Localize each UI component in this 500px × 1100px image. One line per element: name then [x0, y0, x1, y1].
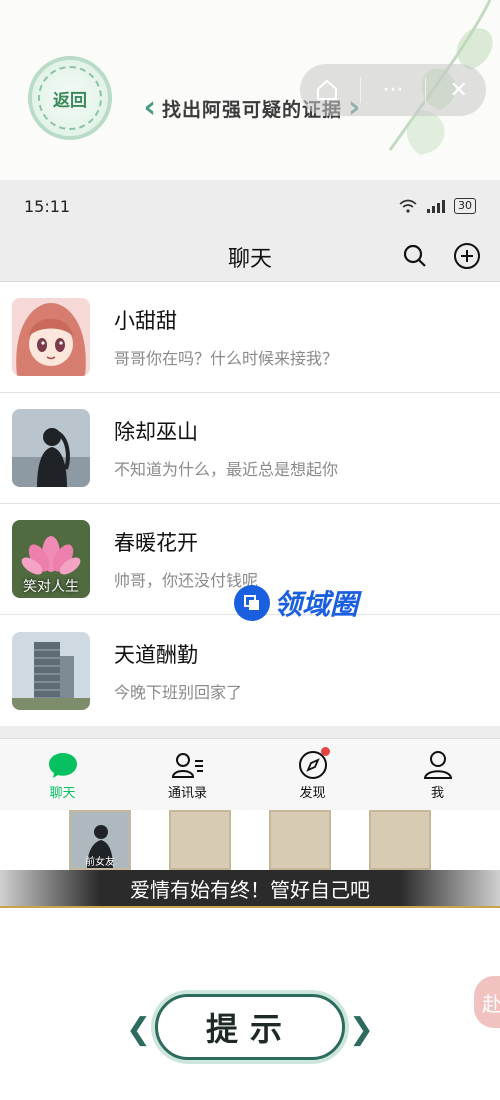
- tab-chats[interactable]: 聊天: [0, 739, 125, 810]
- contacts-icon: [171, 753, 203, 778]
- header-title: 聊天: [227, 246, 272, 272]
- anime-girl-avatar: [12, 298, 90, 376]
- watermark: 领域圈: [234, 583, 358, 623]
- search-icon: [403, 244, 426, 267]
- chat-text: 除却巫山 不知道为什么，最近总是想起你: [114, 416, 338, 480]
- status-time: 15:11: [24, 196, 71, 216]
- tab-label: 通讯录: [167, 786, 207, 801]
- chat-text: 小甜甜 哥哥你在吗？什么时候来接我？: [114, 305, 338, 369]
- back-button[interactable]: 返回: [28, 56, 112, 140]
- more-button[interactable]: ···: [371, 68, 415, 112]
- game-top-bar: 返回 ‹ 找出阿强可疑的证据 › ··· ✕: [0, 0, 500, 180]
- tab-label: 聊天: [49, 786, 76, 801]
- chat-item[interactable]: 除却巫山 不知道为什么，最近总是想起你: [0, 393, 500, 504]
- evidence-slot-3[interactable]: [269, 810, 331, 870]
- more-dots-icon: ···: [382, 77, 404, 103]
- close-icon: ✕: [449, 77, 468, 103]
- tab-label: 发现: [299, 786, 326, 801]
- home-button[interactable]: [305, 68, 349, 112]
- evidence-slot-4[interactable]: [369, 810, 431, 870]
- person-icon: [423, 751, 452, 779]
- back-button-ring: 返回: [38, 66, 102, 130]
- tab-me[interactable]: 我: [375, 739, 500, 810]
- silhouette-avatar: [12, 409, 90, 487]
- chat-preview: 哥哥你在吗？什么时候来接我？: [114, 349, 339, 368]
- chat-name: 天道酬勤: [114, 642, 198, 667]
- tab-discover[interactable]: 发现: [250, 739, 375, 810]
- chat-item[interactable]: 天道酬勤 今晚下班别回家了: [0, 615, 500, 726]
- building-avatar: [12, 631, 90, 710]
- chat-header: 聊天: [0, 232, 500, 282]
- chat-name: 除却巫山: [114, 420, 198, 444]
- tab-label: 我: [430, 786, 444, 801]
- chat-name: 春暖花开: [114, 531, 198, 555]
- back-label: 返回: [53, 90, 87, 111]
- capsule-divider: [359, 77, 361, 103]
- subtitle-banner: 爱情有始有终！管好自己吧: [0, 870, 500, 908]
- chevron-left-icon: ‹: [143, 90, 156, 125]
- watermark-logo-icon: [234, 585, 270, 621]
- phone-screen: 15:11 30 聊天 小甜甜 哥哥你在吗？什么时候来接我？ 除却巫山 不知道为…: [0, 180, 500, 810]
- bottom-tab-bar: 聊天 通讯录 发现 我: [0, 738, 500, 810]
- evidence-slots: 前女友: [0, 810, 500, 870]
- hint-button[interactable]: 提示: [155, 994, 345, 1060]
- miniprogram-capsule: ··· ✕: [300, 64, 486, 116]
- evidence-slot-2[interactable]: [169, 810, 231, 870]
- search-button[interactable]: [400, 241, 430, 271]
- header-actions: [400, 241, 482, 271]
- chat-list: 小甜甜 哥哥你在吗？什么时候来接我？ 除却巫山 不知道为什么，最近总是想起你 笑…: [0, 282, 500, 726]
- chat-item[interactable]: 小甜甜 哥哥你在吗？什么时候来接我？: [0, 282, 500, 393]
- chat-preview: 不知道为什么，最近总是想起你: [114, 460, 339, 479]
- chat-text: 天道酬勤 今晚下班别回家了: [114, 639, 242, 703]
- chat-text: 春暖花开 帅哥，你还没付钱呢: [114, 527, 258, 591]
- lotus-avatar: 笑对人生: [12, 520, 90, 598]
- avatar-caption: 笑对人生: [23, 579, 79, 595]
- floating-side-button[interactable]: 赴: [474, 976, 500, 1028]
- status-bar: 15:11 30: [0, 180, 500, 232]
- signal-icon: [427, 200, 445, 213]
- home-icon: [317, 79, 338, 100]
- add-button[interactable]: [452, 241, 482, 271]
- capsule-divider: [425, 77, 427, 103]
- tab-contacts[interactable]: 通讯录: [125, 739, 250, 810]
- hint-deco-left-icon: ❮: [126, 1012, 152, 1047]
- evidence-slot-1[interactable]: 前女友: [69, 810, 131, 870]
- watermark-text: 领域圈: [274, 588, 359, 621]
- hint-deco-right-icon: ❯: [348, 1012, 374, 1047]
- chat-bubble-icon: [48, 753, 77, 778]
- chat-name: 小甜甜: [114, 309, 177, 333]
- close-button[interactable]: ✕: [437, 68, 481, 112]
- battery-icon: 30: [454, 198, 476, 214]
- status-icons: 30: [398, 198, 476, 214]
- plus-circle-icon: [454, 243, 480, 269]
- hint-button-wrap: ❮ 提示 ❯: [126, 992, 374, 1062]
- slot-caption: 前女友: [85, 857, 115, 868]
- wifi-icon: [399, 199, 417, 213]
- notification-badge: [320, 747, 330, 756]
- chat-preview: 今晚下班别回家了: [114, 682, 243, 702]
